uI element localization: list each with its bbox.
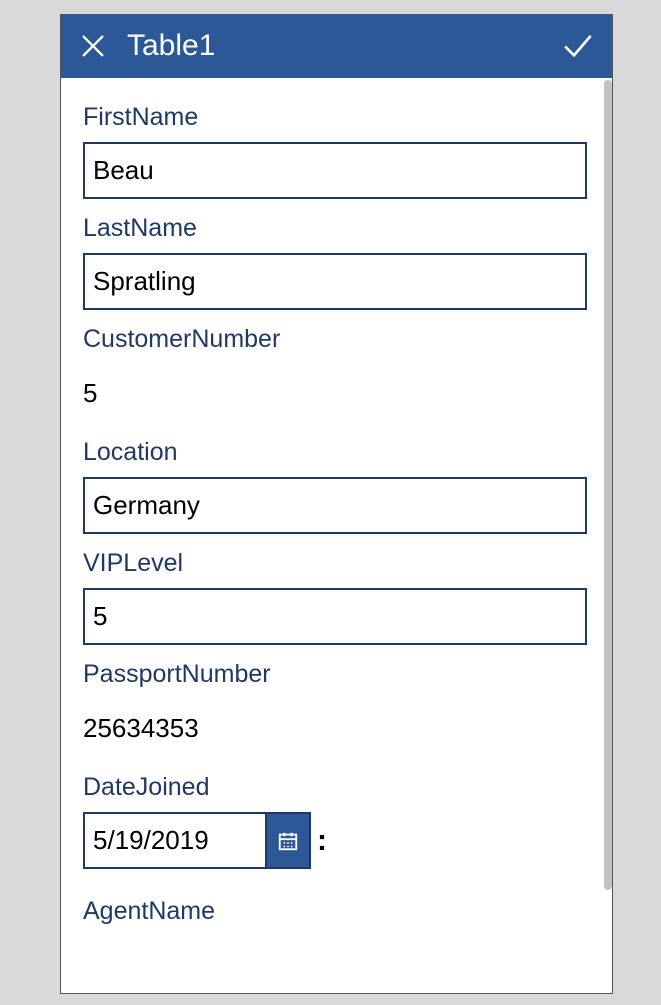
agentname-label: AgentName <box>83 897 590 926</box>
field-customernumber: CustomerNumber 5 <box>83 324 590 423</box>
field-viplevel: VIPLevel 5 <box>83 548 590 645</box>
lastname-input[interactable]: Spratling <box>83 253 587 310</box>
calendar-icon <box>277 830 299 852</box>
calendar-button[interactable] <box>265 812 311 869</box>
field-passportnumber: PassportNumber 25634353 <box>83 659 590 758</box>
field-location: Location Germany <box>83 437 590 534</box>
form-title: Table1 <box>127 29 562 63</box>
firstname-input[interactable]: Beau <box>83 142 587 199</box>
customernumber-label: CustomerNumber <box>83 324 590 354</box>
form-body: FirstName Beau LastName Spratling Custom… <box>61 78 612 993</box>
scrollbar-thumb[interactable] <box>604 80 612 890</box>
viplevel-label: VIPLevel <box>83 548 590 578</box>
field-datejoined: DateJoined 5/19/2019 <box>83 772 590 869</box>
viplevel-input[interactable]: 5 <box>83 588 587 645</box>
field-firstname: FirstName Beau <box>83 102 590 199</box>
datejoined-row: 5/19/2019 <box>83 812 590 869</box>
datejoined-label: DateJoined <box>83 772 590 802</box>
firstname-label: FirstName <box>83 102 590 132</box>
passportnumber-label: PassportNumber <box>83 659 590 689</box>
lastname-label: LastName <box>83 213 590 243</box>
form-header: Table1 <box>61 14 612 78</box>
field-lastname: LastName Spratling <box>83 213 590 310</box>
location-input[interactable]: Germany <box>83 477 587 534</box>
location-label: Location <box>83 437 590 467</box>
scrollbar-track[interactable] <box>604 78 612 993</box>
customernumber-value: 5 <box>83 364 590 423</box>
form-fields: FirstName Beau LastName Spratling Custom… <box>61 78 612 926</box>
time-separator: : <box>317 824 327 858</box>
accept-icon[interactable] <box>562 30 594 62</box>
edit-form-screen: Table1 FirstName Beau LastName Spratling… <box>60 14 613 994</box>
datejoined-input[interactable]: 5/19/2019 <box>83 812 265 869</box>
passportnumber-value: 25634353 <box>83 699 590 758</box>
close-icon[interactable] <box>79 32 107 60</box>
